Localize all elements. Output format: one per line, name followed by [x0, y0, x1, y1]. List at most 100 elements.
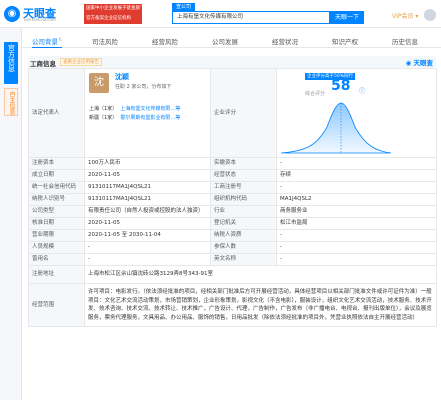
tab-label: 公司发展 [212, 38, 238, 46]
address-label: 注册地址 [28, 265, 85, 284]
address-value: 上海市松江区佘山镇沈砖公路3129弄8号343-91室 [84, 265, 437, 284]
field-label: 纳税人识别号 [28, 193, 85, 206]
field-label: 参保人数 [210, 241, 277, 254]
field-value: - [276, 241, 437, 254]
field-label: 行业 [210, 205, 277, 218]
score-cell: 企业评分高于50%同行 综合评分 58 ⓘ [276, 68, 437, 158]
table-row: 注册地址 上海市松江区佘山镇沈砖公路3129弄8号343-91室 [28, 265, 437, 284]
rep-meta: 任职 2 家公司，分布如下 [115, 84, 172, 90]
field-value: 有限责任公司（自然人投资或控股的法人独资） [84, 205, 211, 218]
field-label: 核准日期 [28, 217, 85, 230]
user-avatar[interactable] [424, 9, 436, 21]
tab-operating-risk[interactable]: 经营风险 [152, 36, 178, 46]
official-info-tab[interactable]: 官方信息 [4, 42, 18, 84]
rep-label: 法定代表人 [28, 68, 85, 158]
eye-logo-icon: ◉ [4, 6, 20, 22]
rep-region: 上海（1家） [89, 106, 118, 112]
tab-label: 公司背景 [32, 38, 58, 46]
field-label: 人员规模 [28, 241, 85, 254]
rep-company-link[interactable]: 上海有堡文化传媒有限…等 [120, 106, 180, 112]
field-label: 公司类型 [28, 205, 85, 218]
rep-name-link[interactable]: 沈颖 [115, 74, 129, 81]
field-value: 2020-11-05 至 2030-11-04 [84, 229, 211, 242]
tab-company-development[interactable]: 公司发展 [212, 36, 238, 46]
vip-menu[interactable]: VIP会员 ▾ [392, 11, 418, 20]
search-button[interactable]: 天眼一下 [330, 11, 364, 24]
field-value: - [276, 253, 437, 266]
list-item[interactable]: 新疆（1家） 霍尔果斯有堡影业有限…等 [89, 114, 180, 123]
field-label: 组织机构代码 [210, 193, 277, 206]
brand-watermark: ◉ 天眼查 [405, 59, 434, 67]
tab-company-background[interactable]: 公司背景6 [32, 36, 62, 48]
tab-history[interactable]: 历史信息 [392, 36, 418, 46]
field-value: 91310117MA1J4QSL21 [84, 193, 211, 206]
field-label: 统一社会信用代码 [28, 181, 85, 194]
table-row: 曾用名 - 英文名称 - [28, 253, 437, 266]
field-label: 成立日期 [28, 169, 85, 182]
top-bar: ◉ 天眼查 TianYanCha.com 国家中小企业发展子基金旗下 官方备案企… [0, 0, 441, 28]
self-info-label: 自主信息 [8, 91, 15, 115]
field-value: 商务服务业 [276, 205, 437, 218]
search-type-tab[interactable]: 查公司 [172, 3, 196, 11]
credit-report-badge[interactable]: 查看企业信用报告 [60, 58, 102, 66]
notice-line-2: 官方备案企业征信机构 [86, 16, 131, 21]
section-tabs: 公司背景6 司法风险 经营风险 公司发展 经营状况 知识产权 历史信息 [22, 36, 441, 48]
tab-count: 6 [59, 36, 62, 42]
section-title: 工商信息 [30, 60, 56, 68]
scope-value: 许可项目：电影发行。（依法须经批准的项目，经相关部门批准后方可开展经营活动，具体… [84, 283, 437, 327]
tab-judicial-risk[interactable]: 司法风险 [92, 36, 118, 46]
notice-line-1: 国家中小企业发展子基金旗下 [86, 6, 142, 11]
list-item[interactable]: 上海（1家） 上海有堡文化传媒有限…等 [89, 105, 180, 114]
tab-intellectual-property[interactable]: 知识产权 [332, 36, 358, 46]
field-value: - [276, 157, 437, 170]
score-value[interactable]: 58 [331, 79, 350, 93]
field-label: 注册资本 [28, 157, 85, 170]
field-value: 松江市监局 [276, 217, 437, 230]
score-label: 企业评分 [210, 68, 277, 158]
field-label: 工商注册号 [210, 181, 277, 194]
field-value: MA1J4QSL2 [276, 193, 437, 206]
field-label: 曾用名 [28, 253, 85, 266]
site-logo[interactable]: ◉ 天眼查 TianYanCha.com [4, 5, 66, 23]
search-input[interactable]: 上海有堡文化传媒有限公司 [172, 11, 330, 24]
scope-label: 经营范围 [28, 283, 85, 327]
field-value: 91310117MA1J4QSL21 [84, 181, 211, 194]
field-value: 存续 [276, 169, 437, 182]
field-value: 2020-11-05 [84, 217, 211, 230]
field-label: 纳税人资质 [210, 229, 277, 242]
tab-label: 知识产权 [332, 38, 358, 46]
field-value: - [276, 229, 437, 242]
table-row: 核准日期 2020-11-05 登记机关 松江市监局 [28, 217, 437, 230]
vip-label: VIP会员 [392, 13, 414, 20]
self-info-tab[interactable]: 自主信息 [4, 88, 18, 116]
info-icon[interactable]: ⓘ [359, 88, 365, 95]
rep-company-list: 上海（1家） 上海有堡文化传媒有限…等 新疆（1家） 霍尔果斯有堡影业有限…等 [89, 105, 180, 123]
tab-operating-status[interactable]: 经营状况 [272, 36, 298, 46]
field-value: - [84, 253, 211, 266]
table-row: 营业期限 2020-11-05 至 2030-11-04 纳税人资质 - [28, 229, 437, 242]
official-info-label: 官方信息 [7, 44, 16, 72]
table-row: 法定代表人 沈 沈颖 任职 2 家公司，分布如下 上海（1家） 上海有堡文化传媒… [28, 68, 437, 158]
tab-label: 经营风险 [152, 38, 178, 46]
business-info-table: 法定代表人 沈 沈颖 任职 2 家公司，分布如下 上海（1家） 上海有堡文化传媒… [28, 68, 437, 327]
notice-banner[interactable]: 国家中小企业发展子基金旗下 官方备案企业征信机构 [84, 4, 142, 24]
logo-subtext: TianYanCha.com [23, 17, 56, 22]
rep-company-link[interactable]: 霍尔果斯有堡影业有限…等 [120, 115, 180, 121]
table-row: 注册资本 100万人民币 实缴资本 - [28, 157, 437, 170]
field-value: - [84, 241, 211, 254]
section-header: 工商信息 查看企业信用报告 ◉ 天眼查 [28, 56, 436, 68]
table-row: 统一社会信用代码 91310117MA1J4QSL21 工商注册号 - [28, 181, 437, 194]
table-row: 公司类型 有限责任公司（自然人投资或控股的法人独资） 行业 商务服务业 [28, 205, 437, 218]
field-value: 100万人民币 [84, 157, 211, 170]
field-label: 登记机关 [210, 217, 277, 230]
field-value: - [276, 181, 437, 194]
table-row: 经营范围 许可项目：电影发行。（依法须经批准的项目，经相关部门批准后方可开展经营活… [28, 283, 437, 327]
field-label: 经营状态 [210, 169, 277, 182]
tab-label: 经营状况 [272, 38, 298, 46]
table-row: 纳税人识别号 91310117MA1J4QSL21 组织机构代码 MA1J4QSL2 [28, 193, 437, 206]
tab-label: 司法风险 [92, 38, 118, 46]
score-distribution-curve [280, 102, 392, 154]
field-value: 2020-11-05 [84, 169, 211, 182]
rep-avatar[interactable]: 沈 [89, 73, 109, 93]
brand-text: 天眼查 [413, 59, 434, 67]
